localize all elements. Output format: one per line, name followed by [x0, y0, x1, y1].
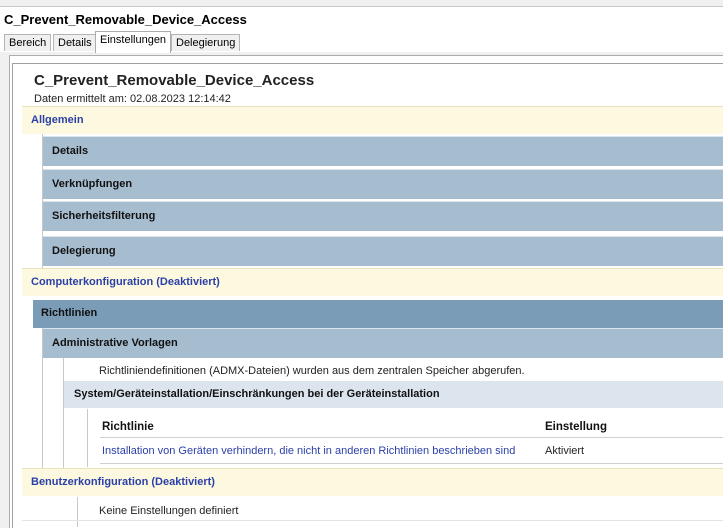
report-title: C_Prevent_Removable_Device_Access — [34, 72, 315, 89]
row-divider — [22, 520, 723, 521]
title-bar: C_Prevent_Removable_Device_Access — [0, 7, 723, 31]
report-date: Daten ermittelt am: 02.08.2023 12:14:42 — [34, 93, 231, 105]
policy-link[interactable]: Installation von Geräten verhindern, die… — [102, 445, 515, 457]
section-user-config[interactable]: Benutzerkonfiguration (Deaktiviert) — [22, 468, 723, 496]
indent-guide — [77, 497, 78, 527]
table-row-divider — [100, 463, 723, 464]
section-admin-templates[interactable]: Administrative Vorlagen — [43, 328, 723, 358]
section-computer-config[interactable]: Computerkonfiguration (Deaktiviert) — [22, 268, 723, 296]
window-top-edge — [0, 0, 723, 7]
policy-setting-value: Aktiviert — [545, 445, 585, 457]
tab-einstellungen[interactable]: Einstellungen — [95, 31, 172, 53]
window-title: C_Prevent_Removable_Device_Access — [4, 12, 247, 27]
tab-bereich[interactable]: Bereich — [4, 34, 52, 51]
section-delegierung[interactable]: Delegierung — [43, 236, 723, 266]
column-header-setting: Einstellung — [545, 421, 607, 433]
indent-guide — [87, 409, 88, 467]
section-richtlinien[interactable]: Richtlinien — [33, 300, 723, 328]
tab-delegierung[interactable]: Delegierung — [171, 34, 241, 51]
table-header-divider — [100, 437, 723, 438]
tab-details[interactable]: Details — [53, 34, 97, 51]
no-settings-text: Keine Einstellungen definiert — [99, 505, 239, 517]
section-sicherheitsfilterung[interactable]: Sicherheitsfilterung — [43, 201, 723, 231]
column-header-policy: Richtlinie — [102, 421, 154, 433]
section-category[interactable]: System/Geräteinstallation/Einschränkunge… — [64, 380, 723, 408]
section-verknuepfungen[interactable]: Verknüpfungen — [43, 169, 723, 199]
admx-note: Richtliniendefinitionen (ADMX-Dateien) w… — [99, 365, 525, 377]
tab-strip: Bereich Details Einstellungen Delegierun… — [0, 31, 723, 53]
section-allgemein[interactable]: Allgemein — [22, 106, 723, 134]
section-details[interactable]: Details — [43, 136, 723, 166]
indent-guide — [63, 358, 64, 468]
